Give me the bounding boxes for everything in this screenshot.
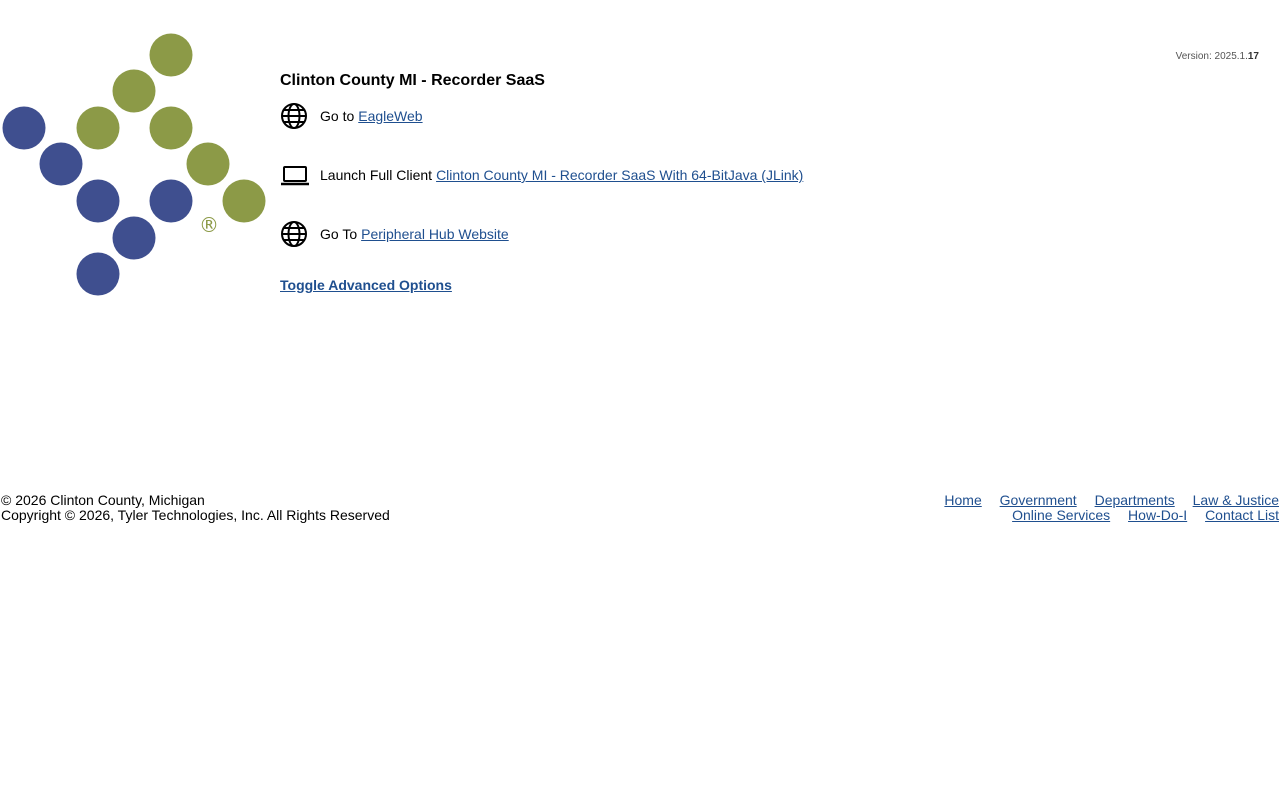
row-prefix: Launch Full Client: [320, 167, 433, 183]
footer-tyler-copyright: Copyright © 2026, Tyler Technologies, In…: [1, 507, 390, 523]
footer-county-copyright: © 2026 Clinton County, Michigan: [1, 492, 205, 508]
footer-link-government[interactable]: Government: [1000, 492, 1077, 508]
row-peripheral-hub: Go To Peripheral Hub Website: [280, 220, 509, 248]
peripheral-hub-link[interactable]: Peripheral Hub Website: [361, 226, 509, 242]
version-build: 17: [1247, 51, 1259, 62]
version-prefix: Version: 2025.1.: [1175, 51, 1248, 62]
row-prefix: Go To: [320, 226, 358, 242]
full-client-link[interactable]: Clinton County MI - Recorder SaaS With 6…: [436, 167, 803, 183]
footer-link-law-justice[interactable]: Law & Justice: [1193, 492, 1279, 508]
version-label: Version: 2025.1.17: [1176, 51, 1259, 62]
row-eagleweb: Go to EagleWeb: [280, 102, 423, 130]
row-full-client: Launch Full Client Clinton County MI - R…: [280, 161, 803, 189]
page: ® Version: 2025.1.17 Clinton County MI -…: [0, 0, 1280, 800]
globe-icon: [280, 102, 308, 130]
footer-link-home[interactable]: Home: [944, 492, 981, 508]
laptop-icon: [280, 161, 309, 189]
tyler-logo: ®: [2, 33, 266, 296]
main-content: Clinton County MI - Recorder SaaS Go to …: [280, 70, 803, 293]
toggle-advanced-options-link[interactable]: Toggle Advanced Options: [280, 277, 452, 293]
footer-link-departments[interactable]: Departments: [1095, 492, 1175, 508]
footer-nav: Home Government Departments Law & Justic…: [899, 493, 1279, 523]
footer-link-online-services[interactable]: Online Services: [1012, 507, 1110, 523]
footer-copyright: © 2026 Clinton County, Michigan Copyrigh…: [1, 493, 390, 523]
globe-icon: [280, 220, 308, 248]
eagleweb-link[interactable]: EagleWeb: [358, 108, 422, 124]
page-title: Clinton County MI - Recorder SaaS: [280, 72, 545, 89]
row-prefix: Go to: [320, 108, 355, 124]
registered-mark: ®: [199, 213, 219, 237]
footer-link-contact-list[interactable]: Contact List: [1205, 507, 1279, 523]
footer-link-how-do-i[interactable]: How-Do-I: [1128, 507, 1187, 523]
